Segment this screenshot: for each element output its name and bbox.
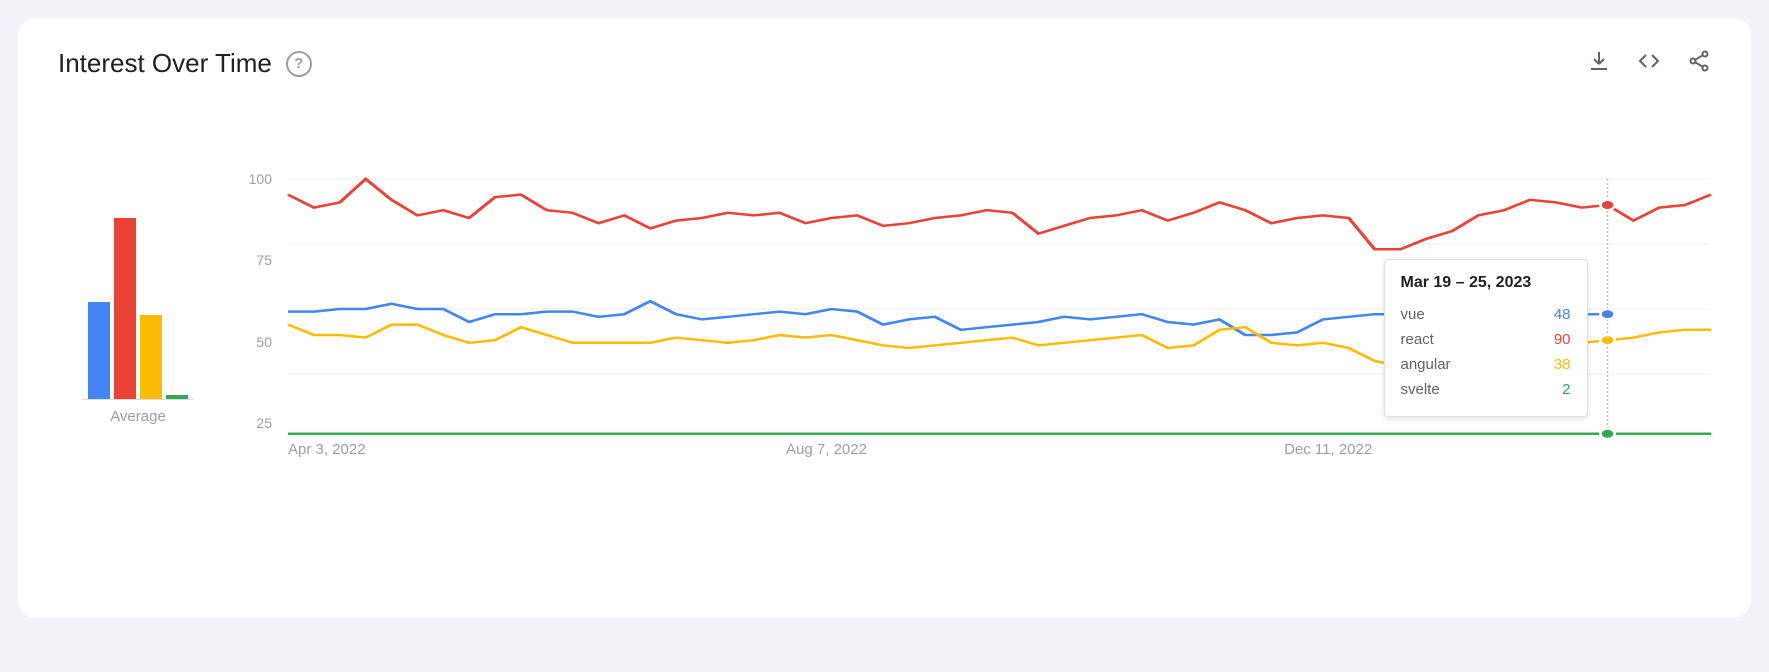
tooltip-row-vue: vue48 (1401, 302, 1571, 327)
interest-card: Interest Over Time ? Average (18, 18, 1751, 618)
marker-react (1600, 200, 1614, 210)
card-title: Interest Over Time (58, 48, 272, 79)
marker-svelte (1600, 429, 1614, 439)
card-actions (1587, 49, 1711, 78)
avg-bar-react (114, 218, 136, 399)
share-icon[interactable] (1687, 49, 1711, 78)
tooltip-row-react: react90 (1401, 327, 1571, 352)
card-header: Interest Over Time ? (58, 48, 1711, 79)
y-tick: 25 (242, 415, 272, 431)
average-bars (82, 179, 194, 400)
x-tick: Aug 7, 2022 (786, 441, 867, 458)
download-icon[interactable] (1587, 49, 1611, 78)
card-body: Average 100755025 Apr 3, 2022Aug 7, 2022… (58, 179, 1711, 425)
series-react (288, 179, 1711, 249)
average-label: Average (110, 408, 166, 425)
x-tick: Dec 11, 2022 (1284, 441, 1372, 458)
avg-bar-angular (140, 315, 162, 399)
title-wrap: Interest Over Time ? (58, 48, 312, 79)
tooltip-row-angular: angular38 (1401, 352, 1571, 377)
help-icon[interactable]: ? (286, 51, 312, 77)
y-axis-ticks: 100755025 (242, 179, 272, 439)
average-column: Average (58, 179, 218, 425)
tooltip-title: Mar 19 – 25, 2023 (1401, 274, 1571, 292)
marker-angular (1600, 335, 1614, 345)
x-tick: Apr 3, 2022 (288, 441, 366, 458)
y-tick: 50 (242, 334, 272, 350)
line-chart[interactable]: 100755025 Apr 3, 2022Aug 7, 2022Dec 11, … (248, 179, 1711, 425)
marker-vue (1600, 309, 1614, 319)
avg-bar-vue (88, 302, 110, 399)
avg-bar-svelte (166, 395, 188, 399)
chart-tooltip: Mar 19 – 25, 2023 vue48react90angular38s… (1384, 259, 1588, 417)
y-tick: 75 (242, 252, 272, 268)
embed-icon[interactable] (1637, 49, 1661, 78)
tooltip-row-svelte: svelte2 (1401, 377, 1571, 402)
y-tick: 100 (242, 171, 272, 187)
